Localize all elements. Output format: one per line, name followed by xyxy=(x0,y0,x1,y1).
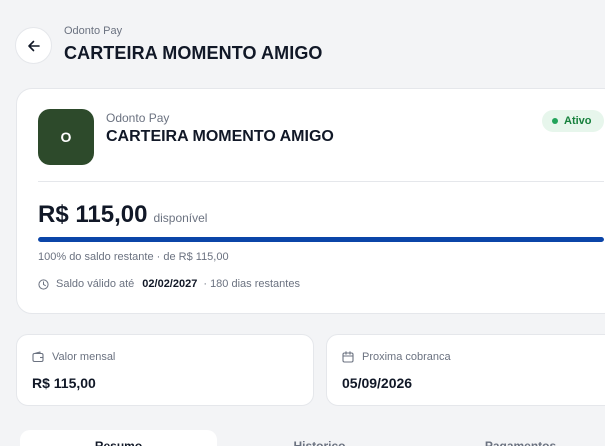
wallet-name: CARTEIRA MOMENTO AMIGO xyxy=(106,128,334,145)
status-label: Ativo xyxy=(564,115,592,127)
balance-progress-bar xyxy=(38,237,604,242)
wallet-card: O Odonto Pay CARTEIRA MOMENTO AMIGO Ativ… xyxy=(16,88,605,314)
next-charge-card: Proxima cobranca 05/09/2026 xyxy=(326,334,605,406)
monthly-value: R$ 115,00 xyxy=(32,375,96,391)
divider xyxy=(38,181,604,182)
validity-remaining: · 180 dias restantes xyxy=(203,278,300,290)
page: Odonto Pay CARTEIRA MOMENTO AMIGO O Odon… xyxy=(0,0,605,446)
page-title: CARTEIRA MOMENTO AMIGO xyxy=(64,43,323,63)
tab-bar: Resumo Historico Pagamentos xyxy=(16,425,605,446)
balance: R$ 115,00 disponível xyxy=(38,201,207,229)
monthly-label-row: Valor mensal xyxy=(32,351,115,363)
monthly-label: Valor mensal xyxy=(52,351,116,363)
arrow-left-icon xyxy=(27,40,40,51)
monthly-value-card: Valor mensal R$ 115,00 xyxy=(16,334,314,406)
tab-resumo[interactable]: Resumo xyxy=(20,430,217,446)
validity-label: Saldo válido até xyxy=(56,278,135,290)
validity-date: 02/02/2027 xyxy=(142,278,198,290)
status-badge: Ativo xyxy=(542,110,604,132)
balance-amount: R$ 115,00 xyxy=(38,201,148,228)
validity-info: Saldo válido até 02/02/2027 · 180 dias r… xyxy=(38,278,300,290)
calendar-icon xyxy=(342,351,354,363)
next-charge-value: 05/09/2026 xyxy=(342,375,413,391)
balance-progress-fill xyxy=(38,237,604,242)
clock-icon xyxy=(38,278,49,290)
back-button[interactable] xyxy=(15,27,52,64)
wallet-provider: Odonto Pay xyxy=(106,111,170,125)
tab-historico[interactable]: Historico xyxy=(221,430,418,446)
next-charge-label-row: Proxima cobranca xyxy=(342,351,451,363)
next-charge-label: Proxima cobranca xyxy=(362,351,451,363)
wallet-avatar: O xyxy=(38,109,94,165)
progress-text: 100% do saldo restante · de R$ 115,00 xyxy=(38,251,229,263)
wallet-icon xyxy=(32,351,44,363)
tab-pagamentos[interactable]: Pagamentos xyxy=(422,430,605,446)
status-dot-icon xyxy=(552,118,558,124)
balance-suffix: disponível xyxy=(153,211,208,225)
header-subtitle: Odonto Pay xyxy=(64,25,123,37)
